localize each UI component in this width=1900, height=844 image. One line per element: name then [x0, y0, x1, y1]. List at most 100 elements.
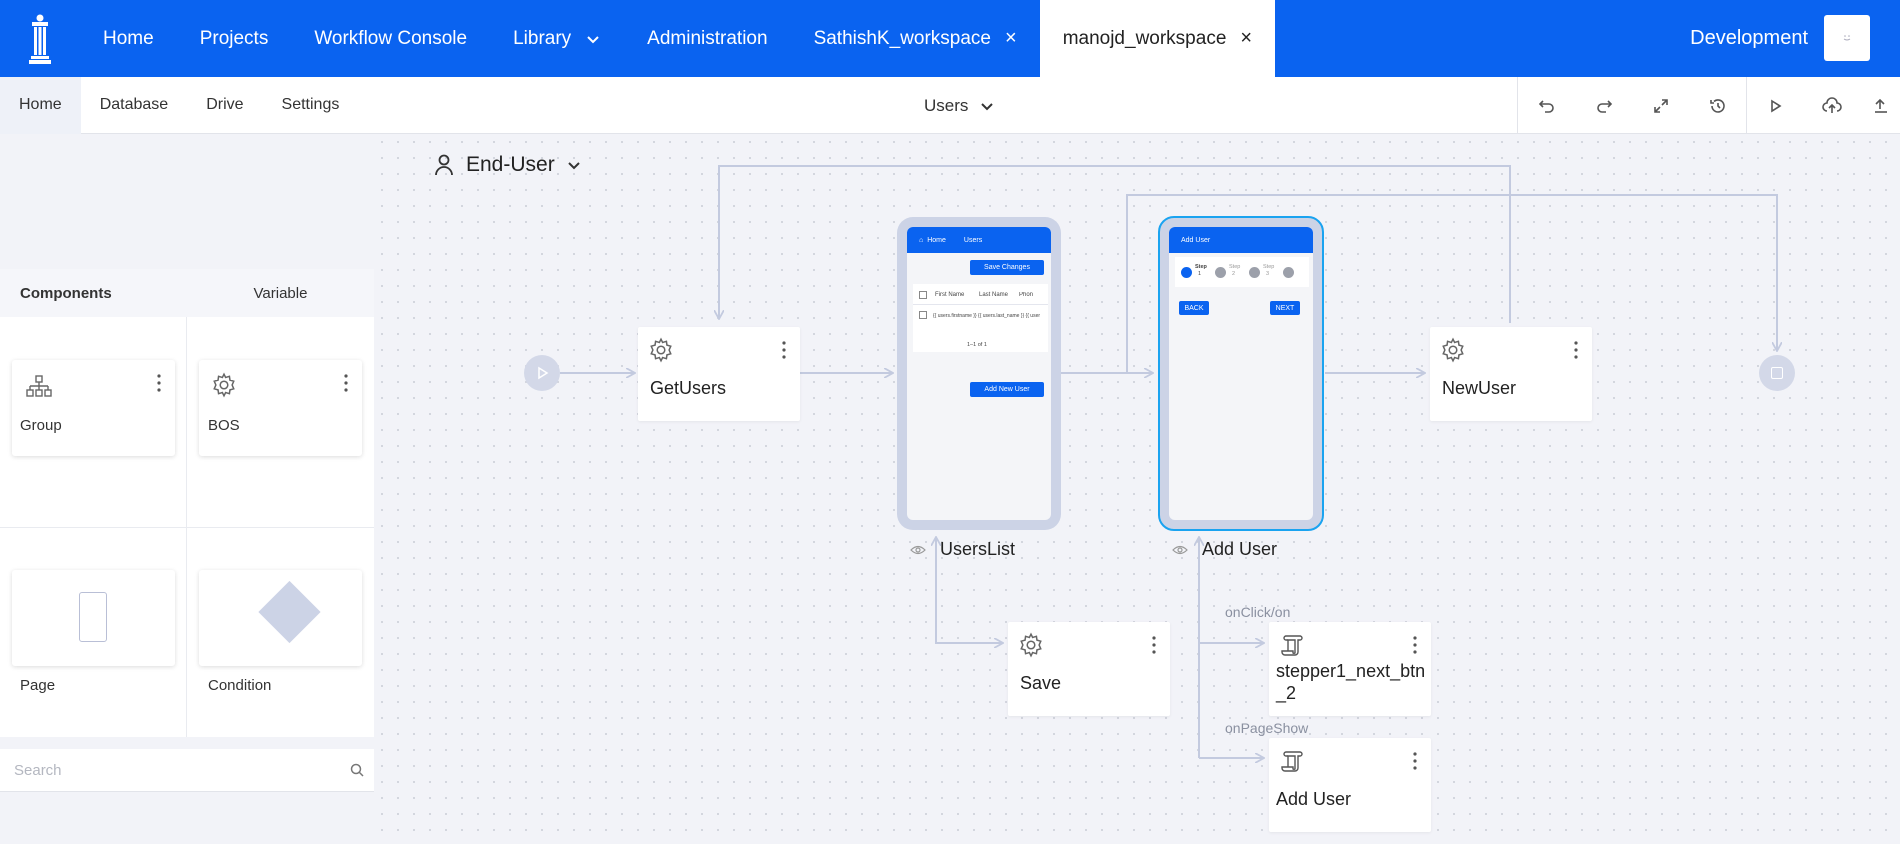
node-getusers[interactable]: GetUsers	[638, 327, 800, 421]
edge-label-onclick: onClick/on	[1225, 604, 1291, 620]
subnav-settings[interactable]: Settings	[263, 77, 359, 134]
node-label: Save	[1020, 673, 1062, 693]
component-condition[interactable]	[199, 570, 362, 666]
environment-label[interactable]: Development	[1690, 0, 1808, 77]
more-options-icon[interactable]	[1413, 636, 1417, 654]
page-selector-dropdown[interactable]: Users	[924, 77, 994, 134]
home-icon: ⌂	[919, 236, 924, 244]
role-selector[interactable]: End-User	[434, 148, 581, 182]
eye-icon[interactable]	[910, 544, 926, 556]
publish-button[interactable]	[1860, 77, 1900, 134]
page-userslist[interactable]: ⌂ Home Users Save Changes First Name Las…	[897, 217, 1061, 530]
more-options-icon[interactable]	[157, 374, 161, 392]
more-options-icon[interactable]	[782, 341, 786, 359]
page-icon	[79, 592, 107, 642]
nav-administration[interactable]: Administration	[624, 0, 790, 77]
history-button[interactable]	[1689, 77, 1746, 134]
page-label-userslist: UsersList	[910, 539, 1015, 560]
tab-variable[interactable]: Variable	[187, 269, 374, 317]
app-logo[interactable]	[0, 0, 80, 77]
tab-components[interactable]: Components	[0, 269, 187, 317]
tab-manojd-workspace[interactable]: manojd_workspace ×	[1039, 0, 1276, 77]
preview-back-button: BACK	[1179, 301, 1209, 315]
subnav-home[interactable]: Home	[0, 76, 81, 134]
step-number: 3	[1266, 271, 1270, 277]
preview-header-title: Users	[963, 236, 983, 244]
start-node[interactable]	[524, 355, 560, 391]
node-add-user-script[interactable]: Add User	[1269, 738, 1431, 832]
component-bos[interactable]	[199, 360, 362, 456]
component-label: BOS	[208, 417, 240, 434]
step-indicator	[1215, 267, 1226, 278]
more-options-icon[interactable]	[1413, 752, 1417, 770]
undo-button[interactable]	[1518, 77, 1575, 134]
search-icon[interactable]	[350, 763, 364, 777]
nav-library-label: Library	[513, 27, 572, 49]
component-label: Condition	[208, 677, 272, 694]
page-add-user[interactable]: Add User Step 1 Step 2 Step 3 BACK NEXT	[1158, 216, 1324, 531]
more-options-icon[interactable]	[1152, 636, 1156, 654]
nav-projects[interactable]: Projects	[177, 0, 292, 77]
more-options-icon[interactable]	[344, 374, 348, 392]
nav-library[interactable]: Library	[490, 0, 624, 77]
preview-next-label: NEXT	[1275, 304, 1295, 312]
expand-icon	[1653, 98, 1668, 113]
fullscreen-button[interactable]	[1632, 77, 1689, 134]
component-group[interactable]	[12, 360, 175, 456]
avatar[interactable]	[1824, 15, 1870, 61]
page-preview: Add User Step 1 Step 2 Step 3 BACK NEXT	[1169, 227, 1313, 520]
eye-icon[interactable]	[1172, 544, 1188, 556]
preview-add-label: Add New User	[984, 386, 1030, 393]
row-divider	[913, 304, 1048, 305]
group-tree-icon	[26, 375, 52, 397]
page-label-add-user: Add User	[1172, 539, 1277, 560]
preview-back-label: BACK	[1184, 304, 1204, 312]
preview-stepper: Step 1 Step 2 Step 3	[1175, 257, 1309, 287]
nav-home-label: Home	[103, 27, 154, 49]
gear-icon	[650, 337, 672, 363]
workflow-canvas[interactable]	[374, 134, 1900, 844]
node-stepper-next-script[interactable]: stepper1_next_btn _2	[1269, 622, 1431, 716]
top-navigation-bar: Home Projects Workflow Console Library A…	[0, 0, 1900, 77]
checkbox-icon	[919, 291, 927, 299]
node-label: stepper1_next_btn _2	[1276, 660, 1425, 704]
script-icon	[1281, 751, 1303, 772]
deploy-button[interactable]	[1803, 77, 1860, 134]
close-tab-icon[interactable]: ×	[1240, 27, 1252, 50]
subnav-database[interactable]: Database	[81, 77, 188, 134]
run-button[interactable]	[1746, 77, 1803, 134]
gear-icon	[213, 372, 235, 398]
play-icon	[538, 366, 549, 380]
preview-pagination: 1–1 of 1	[967, 342, 987, 348]
step-number: 1	[1198, 271, 1202, 277]
component-label: Page	[20, 677, 56, 694]
node-label: GetUsers	[650, 378, 727, 398]
step-label: Step	[1195, 264, 1207, 270]
subnav-drive[interactable]: Drive	[187, 77, 262, 134]
components-panel: Components Variable Group BOS Page Condi…	[0, 134, 374, 844]
redo-button[interactable]	[1575, 77, 1632, 134]
end-node[interactable]	[1759, 355, 1795, 391]
node-save[interactable]: Save	[1008, 622, 1170, 716]
chevron-down-icon	[981, 102, 994, 110]
nav-workflow-console[interactable]: Workflow Console	[291, 0, 490, 77]
close-tab-icon[interactable]: ×	[1005, 27, 1017, 50]
more-options-icon[interactable]	[1574, 341, 1578, 359]
preview-table: First Name Last Name Phon {{ users.first…	[913, 284, 1048, 352]
nav-home[interactable]: Home	[80, 0, 177, 77]
search-input[interactable]	[0, 749, 320, 792]
preview-add-button: Add New User	[970, 382, 1044, 397]
preview-col: First Name	[935, 292, 965, 298]
preview-header-home: Home	[927, 236, 946, 244]
step-indicator	[1249, 267, 1260, 278]
component-page[interactable]	[12, 570, 175, 666]
node-label-line: stepper1_next_btn	[1276, 661, 1426, 681]
tab-sathishk-workspace[interactable]: SathishK_workspace ×	[791, 0, 1040, 77]
gear-icon	[1020, 632, 1042, 658]
preview-row: {{ users.firstname }} {{ users.last_name…	[933, 313, 1041, 319]
stop-icon	[1771, 367, 1783, 379]
redo-icon	[1596, 99, 1612, 113]
step-number: 2	[1232, 271, 1236, 277]
node-newuser[interactable]: NewUser	[1430, 327, 1592, 421]
preview-col: Phon	[1019, 292, 1034, 298]
